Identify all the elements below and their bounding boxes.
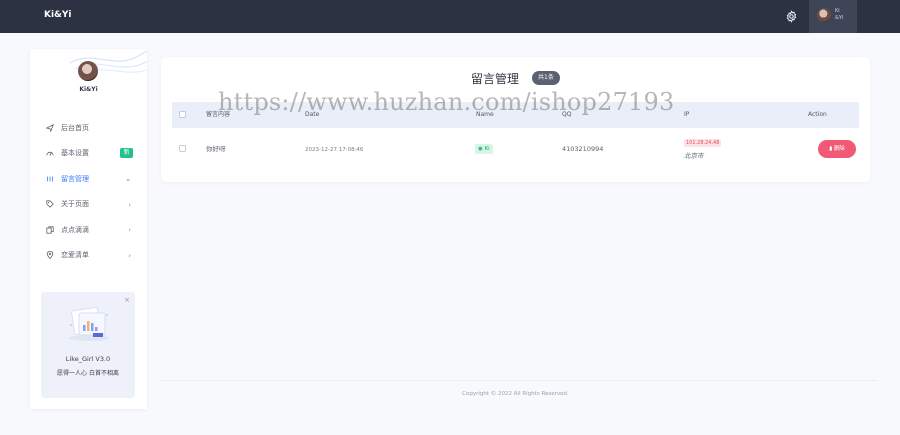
chevron-right-icon: › [128, 200, 131, 209]
footer-divider [161, 380, 877, 381]
messages-card: 留言管理 共1条 留言内容 Date Name QQ IP Action 你好呀… [161, 57, 870, 182]
row-checkbox[interactable] [179, 145, 186, 152]
message-content: 你好呀 [206, 145, 226, 153]
copy-icon [46, 226, 54, 234]
trash-icon: ▮ [829, 146, 833, 152]
dashboard-illustration-icon [69, 307, 109, 341]
promo-card: × Like_Girl V3.0 愿得一人心 白首不相离 [41, 292, 135, 398]
sidebar-item-label: 留言管理 [61, 174, 89, 183]
sidebar-item-label: 关于页面 [61, 200, 89, 209]
sidebar-item-messages[interactable]: 留言管理 ⌄ [30, 166, 147, 192]
sidebar-item-moments[interactable]: 点点滴滴 › [30, 217, 147, 243]
sidebar-menu: 后台首页 基本设置 新 留言管理 ⌄ 关于页面 › 点点滴滴 › 恋爱清单 › [30, 115, 147, 268]
send-icon [45, 123, 54, 133]
column-header-action: Action [808, 111, 827, 118]
sidebar-item-lovelist[interactable]: 恋爱清单 › [30, 243, 147, 269]
close-icon[interactable]: × [124, 296, 130, 304]
tag-icon [46, 200, 54, 209]
ip-location: 北京市 [684, 152, 704, 160]
table-row: 你好呀 2023-12-27 17:08:46 ◉ Ki 4103210994 … [172, 129, 859, 169]
avatar [817, 8, 831, 22]
avatar [78, 61, 98, 81]
user-icon: ◉ [478, 146, 483, 152]
qq-number: 4103210994 [562, 145, 604, 153]
select-all-checkbox[interactable] [179, 111, 186, 118]
footer-copyright: Copyright © 2022 All Rights Reserved. [462, 391, 569, 397]
user-menu[interactable]: Ki &Yi [809, 0, 857, 33]
brand-logo[interactable]: Ki&Yi [44, 10, 72, 20]
new-badge: 新 [120, 148, 133, 158]
sidebar-item-settings[interactable]: 基本设置 新 [30, 141, 147, 167]
sidebar: Ki&Yi 后台首页 基本设置 新 留言管理 ⌄ 关于页面 › 点点滴滴 › 恋… [30, 49, 147, 409]
chevron-right-icon: › [128, 251, 131, 260]
ip-badge: 101.28.24.48 [684, 139, 722, 147]
page-title: 留言管理 [471, 72, 520, 86]
top-navbar: Ki&Yi Ki &Yi [0, 0, 900, 33]
location-pin-icon [46, 251, 54, 260]
sidebar-item-dashboard[interactable]: 后台首页 [30, 115, 147, 141]
sidebar-item-label: 恋爱清单 [61, 251, 89, 260]
count-badge: 共1条 [532, 71, 560, 85]
sidebar-item-about[interactable]: 关于页面 › [30, 192, 147, 218]
speedometer-icon [46, 149, 54, 157]
sidebar-item-label: 后台首页 [61, 123, 89, 132]
promo-title: Like_Girl V3.0 [65, 355, 111, 363]
column-header-ip: IP [684, 111, 690, 118]
gear-icon[interactable] [785, 10, 798, 23]
profile-name: Ki&Yi [79, 86, 98, 93]
user-name: Ki &Yi [835, 8, 844, 21]
sidebar-item-label: 基本设置 [61, 149, 89, 158]
watermark: https://www.huzhan.com/ishop27193 [218, 88, 675, 116]
chevron-right-icon: › [128, 226, 131, 234]
chevron-down-icon: ⌄ [125, 175, 131, 183]
list-icon [46, 175, 54, 183]
message-date: 2023-12-27 17:08:46 [305, 146, 364, 153]
promo-subtitle: 愿得一人心 白首不相离 [57, 370, 119, 377]
delete-button[interactable]: ▮ 删除 [818, 140, 856, 158]
sidebar-item-label: 点点滴滴 [61, 225, 89, 234]
name-tag: ◉ Ki [475, 144, 493, 154]
